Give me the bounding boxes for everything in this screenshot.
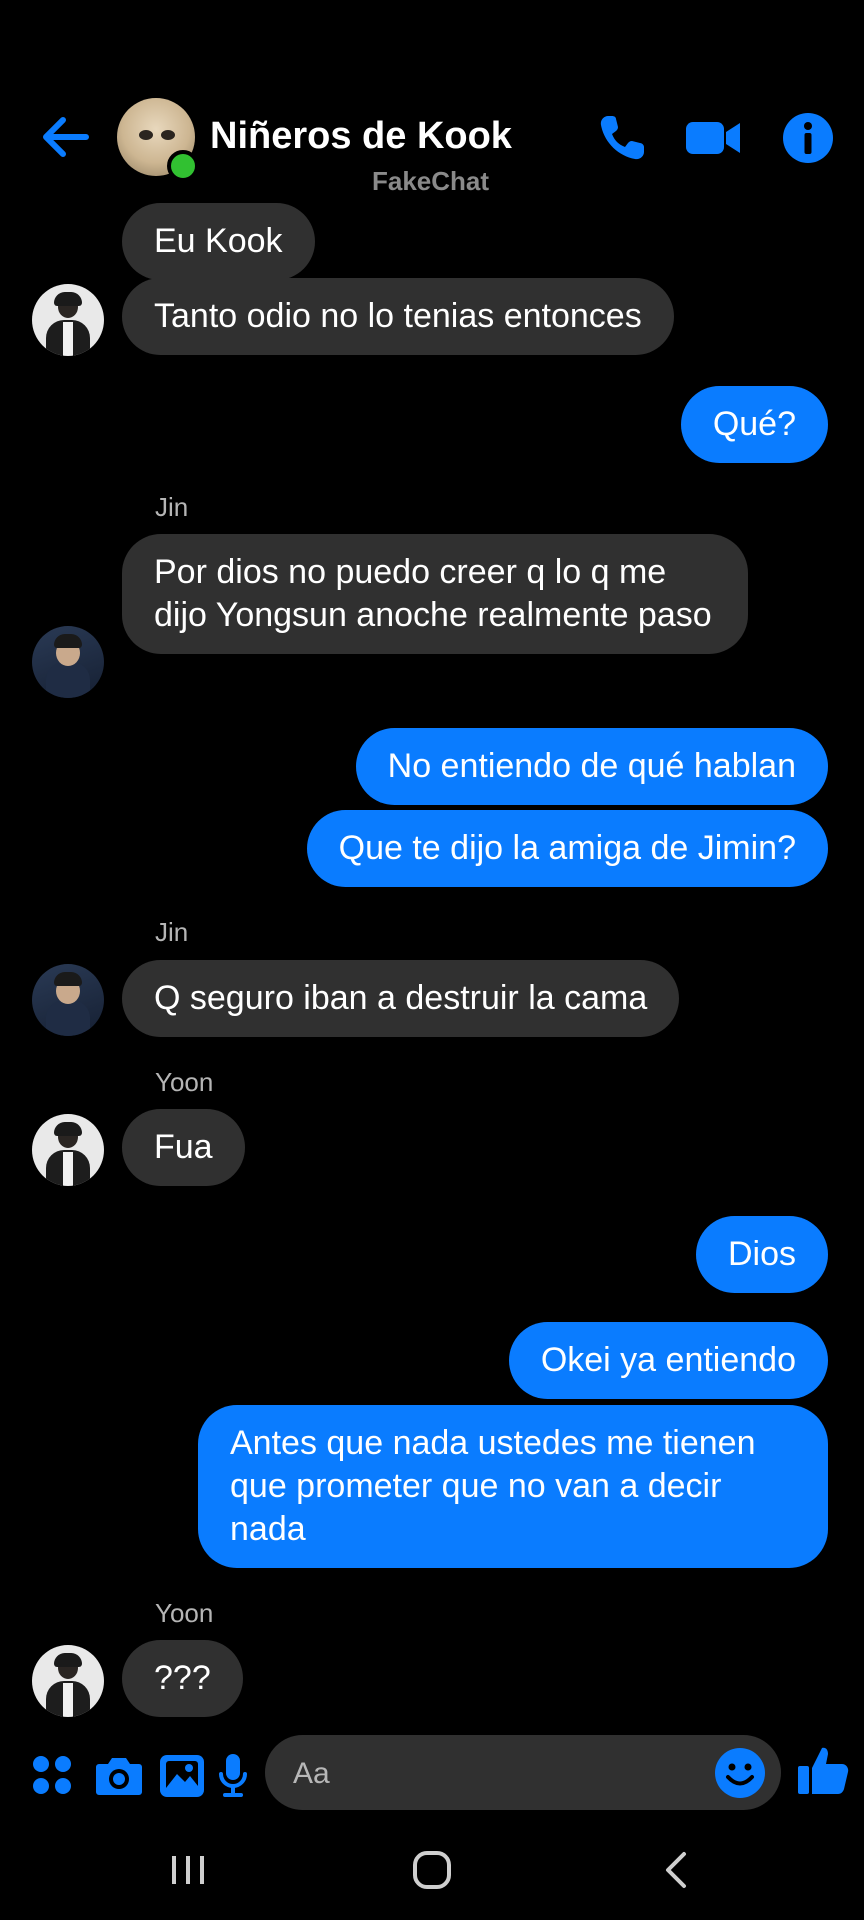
message-bubble[interactable]: No entiendo de qué hablan	[355, 728, 828, 805]
message-bubble[interactable]: Qué?	[680, 386, 828, 463]
video-camera-icon[interactable]	[684, 110, 742, 166]
message-bubble[interactable]: Que te dijo la amiga de Jimin?	[306, 810, 828, 887]
message-composer	[265, 1735, 781, 1812]
avatar[interactable]	[32, 964, 104, 1036]
info-icon[interactable]	[780, 110, 836, 166]
online-status-dot	[167, 150, 199, 182]
watermark-label: FakeChat	[372, 166, 490, 196]
message-bubble[interactable]: Okei ya entiendo	[508, 1322, 828, 1399]
sender-name: Yoon	[155, 1067, 214, 1097]
camera-icon[interactable]	[94, 1750, 144, 1800]
home-icon[interactable]	[410, 1842, 454, 1898]
sender-name: Jin	[155, 917, 189, 947]
back-icon[interactable]	[654, 1842, 698, 1898]
message-bubble[interactable]: Tanto odio no lo tenias entonces	[122, 278, 674, 355]
avatar[interactable]	[32, 284, 104, 356]
message-bubble[interactable]: Eu Kook	[122, 203, 315, 280]
chat-title[interactable]: Niñeros de Kook	[210, 112, 512, 160]
recents-icon[interactable]	[166, 1842, 210, 1898]
avatar[interactable]	[32, 1645, 104, 1717]
microphone-icon[interactable]	[218, 1750, 248, 1800]
message-bubble[interactable]: Q seguro iban a destruir la cama	[122, 960, 680, 1037]
thumbs-up-icon[interactable]	[795, 1742, 851, 1798]
message-bubble[interactable]: ???	[122, 1640, 243, 1717]
back-arrow-icon[interactable]	[36, 108, 94, 166]
sender-name: Yoon	[155, 1598, 214, 1628]
apps-icon[interactable]	[30, 1750, 74, 1800]
phone-icon[interactable]	[594, 110, 650, 166]
emoji-icon[interactable]	[713, 1746, 767, 1800]
message-bubble[interactable]: Antes que nada ustedes me tienen que pro…	[198, 1405, 828, 1568]
gallery-icon[interactable]	[158, 1750, 206, 1800]
sender-name: Jin	[155, 492, 189, 522]
message-bubble[interactable]: Dios	[695, 1216, 828, 1293]
avatar[interactable]	[32, 1114, 104, 1186]
message-bubble[interactable]: Fua	[122, 1109, 245, 1186]
message-bubble[interactable]: Por dios no puedo creer q lo q me dijo Y…	[122, 534, 748, 654]
message-input[interactable]	[291, 1735, 695, 1812]
avatar[interactable]	[32, 626, 104, 698]
